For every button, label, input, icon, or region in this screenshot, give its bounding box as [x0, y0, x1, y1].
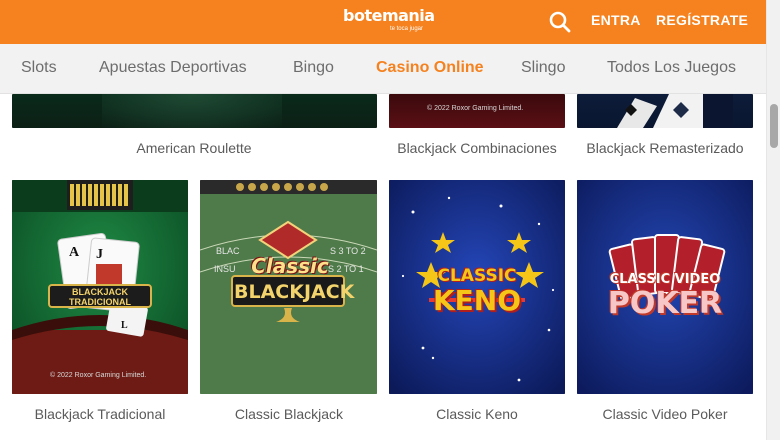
table-text: S 3 TO 2 [330, 246, 366, 256]
nav-item-slots[interactable]: Slots [21, 59, 57, 77]
table-text: S 2 TO 1 [328, 264, 364, 274]
nav-item-slingo[interactable]: Slingo [521, 59, 565, 77]
game-title[interactable]: Blackjack Remasterizado [571, 140, 759, 156]
search-icon[interactable] [548, 10, 572, 34]
svg-text:J: J [96, 247, 103, 262]
game-title[interactable]: American Roulette [100, 140, 288, 156]
nav-item-casino-online[interactable]: Casino Online [376, 59, 484, 77]
login-link[interactable]: ENTRA [591, 12, 641, 28]
game-art-title-2: BLACKJACK [234, 281, 355, 303]
brand-tagline: te toca jugar [389, 26, 423, 32]
game-title[interactable]: Classic Blackjack [195, 406, 383, 422]
game-art-title-1: CLASSIC VIDEO [609, 272, 721, 287]
nav-item-apuestas-deportivas[interactable]: Apuestas Deportivas [99, 59, 247, 77]
casino-page: American Roulette © 2022 Roxor Gaming Li… [0, 0, 780, 440]
brand-name: botemania [343, 6, 435, 25]
game-title[interactable]: Classic Keno [383, 406, 571, 422]
game-tile-classic-video-poker[interactable]: CLASSIC VIDEO POKER [577, 180, 753, 394]
copyright-text: © 2022 Roxor Gaming Limited. [50, 372, 147, 379]
brand-logo[interactable]: botemania te toca jugar [343, 6, 435, 36]
game-tile-blackjack-tradicional[interactable]: A J L BLACKJACK TRADICIONAL © 2022 Roxor… [12, 180, 188, 394]
cards-art [617, 94, 733, 128]
game-tile-american-roulette[interactable] [12, 94, 377, 128]
page-scrollbar[interactable] [766, 0, 780, 440]
game-art-title-1: CLASSIC [437, 266, 517, 286]
category-nav: Slots Apuestas Deportivas Bingo Casino O… [0, 44, 766, 94]
scrollbar-thumb[interactable] [770, 104, 778, 148]
game-art-title-2: POKER [607, 286, 723, 321]
game-art-title-2: KENO [432, 284, 522, 317]
table-text: INSU [214, 264, 236, 274]
game-tile-classic-blackjack[interactable]: BLAC INSU S 3 TO 2 S 2 TO 1 Classic BLAC… [200, 180, 377, 394]
svg-text:A: A [69, 245, 80, 260]
game-tile-blackjack-combinaciones[interactable]: © 2022 Roxor Gaming Limited. [389, 94, 565, 128]
register-link[interactable]: REGÍSTRATE [656, 12, 748, 28]
game-title[interactable]: Blackjack Combinaciones [383, 140, 571, 156]
nav-item-bingo[interactable]: Bingo [293, 59, 334, 77]
game-art-title-1: Classic [251, 254, 329, 278]
game-tile-classic-keno[interactable]: CLASSIC KENO [389, 180, 565, 394]
svg-text:L: L [121, 320, 128, 331]
copyright-text: © 2022 Roxor Gaming Limited. [427, 105, 524, 112]
top-header: botemania te toca jugar ENTRA REGÍSTRATE [0, 0, 766, 44]
game-art-label: BLACKJACK TRADICIONAL [48, 284, 152, 308]
game-tile-blackjack-remasterizado[interactable] [577, 94, 753, 128]
game-title[interactable]: Blackjack Tradicional [6, 406, 194, 422]
game-title[interactable]: Classic Video Poker [571, 406, 759, 422]
nav-item-todos-los-juegos[interactable]: Todos Los Juegos [607, 59, 736, 77]
table-text: BLAC [216, 246, 240, 256]
roulette-table-glow [102, 94, 282, 128]
